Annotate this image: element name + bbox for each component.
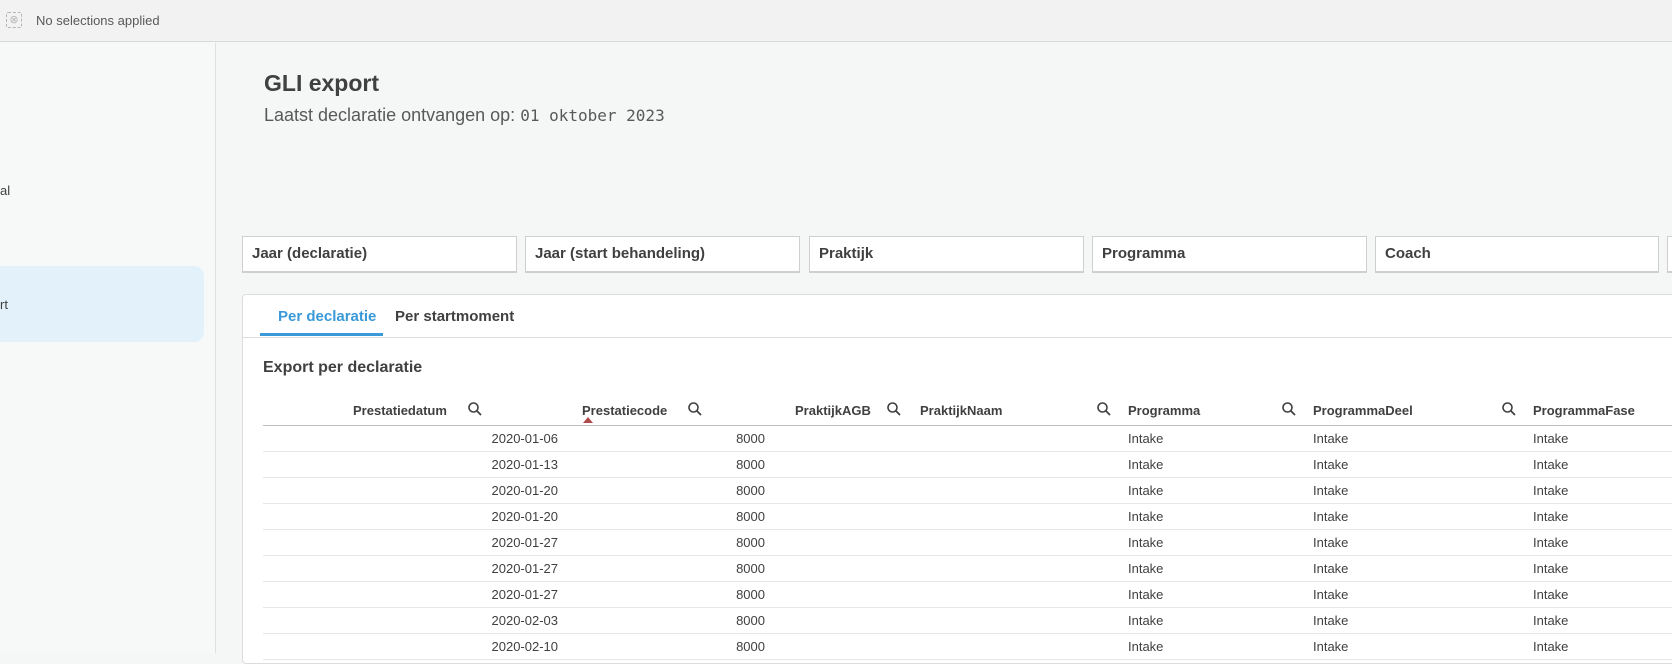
cell-programma: Intake xyxy=(1128,483,1164,498)
cell-programmafase: Intake xyxy=(1533,613,1569,628)
tab-bar: Per declaratie Per startmoment xyxy=(243,295,1672,338)
table-row[interactable]: 2020-01-27 8000 Intake Intake Intake xyxy=(263,556,1672,582)
sidebar-item-1[interactable]: al xyxy=(0,183,10,198)
filter-jaar-declaratie[interactable]: Jaar (declaratie) xyxy=(242,236,517,273)
filter-jaar-start-behandeling[interactable]: Jaar (start behandeling) xyxy=(525,236,800,273)
cell-prestatiecode: 8000 xyxy=(736,639,765,654)
cell-programmafase: Intake xyxy=(1533,561,1569,576)
cell-prestatiecode: 8000 xyxy=(736,509,765,524)
cell-programma: Intake xyxy=(1128,613,1164,628)
cell-programma: Intake xyxy=(1128,509,1164,524)
col-prestatiecode[interactable]: Prestatiecode xyxy=(582,403,667,418)
table-row[interactable]: 2020-01-20 8000 Intake Intake Intake xyxy=(263,504,1672,530)
active-tab-indicator xyxy=(260,333,383,336)
export-table: Prestatiedatum Prestatiecode PraktijkAGB… xyxy=(263,395,1672,660)
cell-programma: Intake xyxy=(1128,561,1164,576)
search-icon[interactable] xyxy=(1281,401,1297,417)
cell-programmafase: Intake xyxy=(1533,431,1569,446)
cell-programmadeel: Intake xyxy=(1313,613,1349,628)
cell-prestatiedatum: 2020-02-03 xyxy=(491,613,559,628)
table-row[interactable]: 2020-01-27 8000 Intake Intake Intake xyxy=(263,582,1672,608)
cell-prestatiedatum: 2020-02-10 xyxy=(491,639,559,654)
sidebar-item-active[interactable]: rt xyxy=(0,266,204,342)
cell-programmadeel: Intake xyxy=(1313,587,1349,602)
cell-prestatiecode: 8000 xyxy=(736,483,765,498)
sort-indicator-icon xyxy=(583,417,593,423)
sidebar-item-label: rt xyxy=(0,297,8,312)
selections-status: No selections applied xyxy=(36,13,160,28)
table-row[interactable]: 2020-01-13 8000 Intake Intake Intake xyxy=(263,452,1672,478)
col-praktijknaam[interactable]: PraktijkNaam xyxy=(920,403,1002,418)
cell-prestatiecode: 8000 xyxy=(736,613,765,628)
cell-programmafase: Intake xyxy=(1533,483,1569,498)
filter-praktijk[interactable]: Praktijk xyxy=(809,236,1084,273)
search-icon[interactable] xyxy=(467,401,483,417)
cell-prestatiecode: 8000 xyxy=(736,457,765,472)
cell-prestatiedatum: 2020-01-20 xyxy=(491,509,559,524)
cell-prestatiecode: 8000 xyxy=(736,431,765,446)
cell-prestatiedatum: 2020-01-27 xyxy=(491,561,559,576)
cell-programmadeel: Intake xyxy=(1313,561,1349,576)
filter-programma[interactable]: Programma xyxy=(1092,236,1367,273)
section-title: Export per declaratie xyxy=(263,359,423,376)
cell-programmafase: Intake xyxy=(1533,509,1569,524)
col-praktijkagb[interactable]: PraktijkAGB xyxy=(795,403,871,418)
search-icon[interactable] xyxy=(687,401,703,417)
page-subtitle: Laatst declaratie ontvangen op: 01 oktob… xyxy=(264,105,665,126)
table-row[interactable]: 2020-02-03 8000 Intake Intake Intake xyxy=(263,608,1672,634)
table-body: 2020-01-06 8000 Intake Intake Intake 2020-01-… xyxy=(263,426,1672,660)
last-declaration-date: 01 oktober 2023 xyxy=(520,106,665,125)
cell-prestatiecode: 8000 xyxy=(736,535,765,550)
cell-prestatiedatum: 2020-01-06 xyxy=(491,431,559,446)
cell-programmadeel: Intake xyxy=(1313,457,1349,472)
sidebar-item-label: al xyxy=(0,183,11,198)
search-icon[interactable] xyxy=(1096,401,1112,417)
filter-next[interactable] xyxy=(1667,236,1672,273)
cell-prestatiecode: 8000 xyxy=(736,561,765,576)
cell-prestatiedatum: 2020-01-27 xyxy=(491,587,559,602)
table-row[interactable]: 2020-01-27 8000 Intake Intake Intake xyxy=(263,530,1672,556)
cell-programmadeel: Intake xyxy=(1313,509,1349,524)
table-row[interactable]: 2020-01-06 8000 Intake Intake Intake xyxy=(263,426,1672,452)
table-header: Prestatiedatum Prestatiecode PraktijkAGB… xyxy=(263,395,1672,426)
col-programmadeel[interactable]: ProgrammaDeel xyxy=(1313,403,1413,418)
cell-programmafase: Intake xyxy=(1533,587,1569,602)
page-title: GLI export xyxy=(264,70,380,96)
sidebar: al rt xyxy=(0,43,216,653)
cell-programmafase: Intake xyxy=(1533,639,1569,654)
table-row[interactable]: 2020-02-10 8000 Intake Intake Intake xyxy=(263,634,1672,660)
table-row[interactable]: 2020-01-20 8000 Intake Intake Intake xyxy=(263,478,1672,504)
cell-programma: Intake xyxy=(1128,587,1164,602)
export-panel: Per declaratie Per startmoment Export pe… xyxy=(242,294,1672,664)
cell-prestatiecode: 8000 xyxy=(736,587,765,602)
col-programma[interactable]: Programma xyxy=(1128,403,1200,418)
cell-prestatiedatum: 2020-01-13 xyxy=(491,457,559,472)
cell-programma: Intake xyxy=(1128,639,1164,654)
cell-programmadeel: Intake xyxy=(1313,535,1349,550)
tab-per-declaratie[interactable]: Per declaratie xyxy=(278,308,376,325)
cell-programma: Intake xyxy=(1128,431,1164,446)
cell-programmafase: Intake xyxy=(1533,535,1569,550)
cell-programmadeel: Intake xyxy=(1313,483,1349,498)
col-prestatiedatum[interactable]: Prestatiedatum xyxy=(353,403,447,418)
cell-programmadeel: Intake xyxy=(1313,639,1349,654)
cell-programma: Intake xyxy=(1128,535,1164,550)
selections-bar: ⊗ No selections applied xyxy=(0,0,1672,42)
selections-icon[interactable]: ⊗ xyxy=(6,12,22,28)
cell-programmafase: Intake xyxy=(1533,457,1569,472)
cell-prestatiedatum: 2020-01-20 xyxy=(491,483,559,498)
filter-coach[interactable]: Coach xyxy=(1375,236,1659,273)
col-programmafase[interactable]: ProgrammaFase xyxy=(1533,403,1635,418)
search-icon[interactable] xyxy=(886,401,902,417)
cell-prestatiedatum: 2020-01-27 xyxy=(491,535,559,550)
main-content: GLI export Laatst declaratie ontvangen o… xyxy=(217,43,1672,664)
search-icon[interactable] xyxy=(1501,401,1517,417)
tab-per-startmoment[interactable]: Per startmoment xyxy=(395,308,514,325)
cell-programma: Intake xyxy=(1128,457,1164,472)
cell-programmadeel: Intake xyxy=(1313,431,1349,446)
subtitle-prefix: Laatst declaratie ontvangen op: xyxy=(264,105,516,125)
